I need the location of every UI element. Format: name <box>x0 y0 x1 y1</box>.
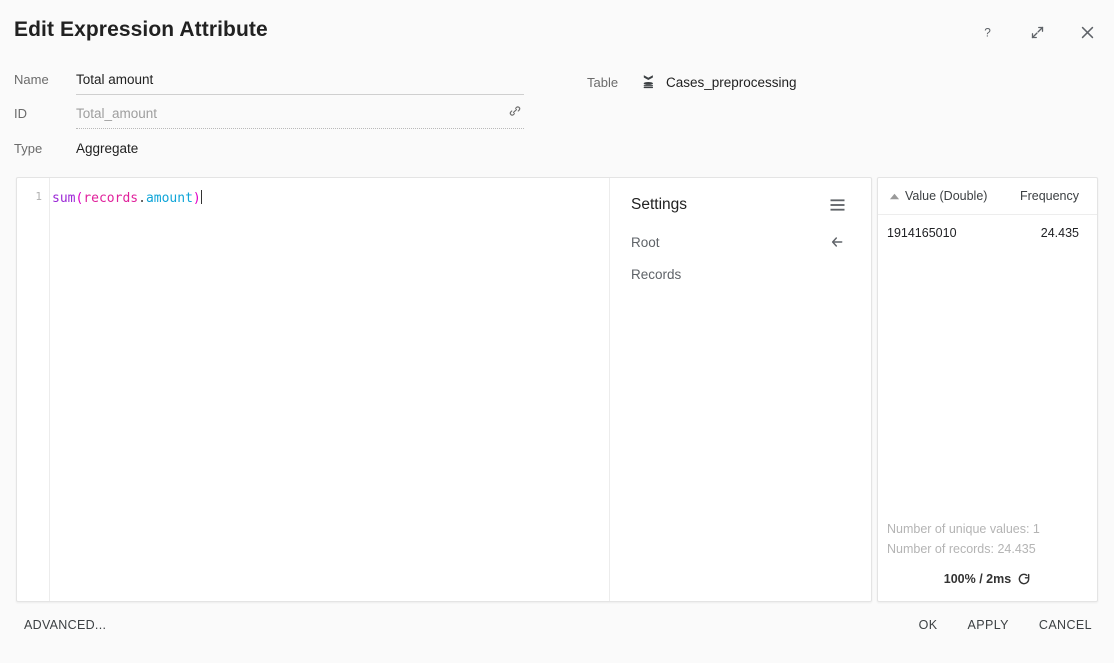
apply-button[interactable]: APPLY <box>968 618 1009 632</box>
dialog-titlebar: Edit Expression Attribute ? <box>0 0 1114 62</box>
records-count: Number of records: 24.435 <box>887 542 1036 556</box>
settings-menu-button[interactable] <box>825 193 849 217</box>
svg-text:?: ? <box>984 25 991 39</box>
sidebar-item-label: Records <box>631 267 681 282</box>
code-editor[interactable]: 1 sum(records.amount) <box>17 178 609 601</box>
stats-table-header: Value (Double) Frequency <box>878 178 1097 215</box>
stats-footer: Number of unique values: 1 Number of rec… <box>878 501 1097 601</box>
sidebar-item-label: Root <box>631 235 660 250</box>
id-input[interactable] <box>76 106 524 129</box>
table-value[interactable]: Cases_preprocessing <box>666 75 797 90</box>
expression-editor-panel: 1 sum(records.amount) Settings Root <box>16 177 872 602</box>
text-caret <box>201 190 202 204</box>
page-title: Edit Expression Attribute <box>14 18 268 42</box>
refresh-button[interactable] <box>1017 572 1031 586</box>
type-label: Type <box>14 141 76 156</box>
refresh-icon <box>1017 572 1031 586</box>
cancel-button[interactable]: CANCEL <box>1039 618 1092 632</box>
dialog-footer: ADVANCED... OK APPLY CANCEL <box>0 602 1114 663</box>
table-label: Table <box>587 75 641 90</box>
cell-value: 1914165010 <box>887 226 1041 240</box>
attribute-form: Name ID Type Aggregate <box>0 62 1114 170</box>
performance-line: 100% / 2ms <box>878 572 1097 586</box>
token-close-paren: ) <box>193 191 201 206</box>
database-join-icon <box>641 74 657 90</box>
table-row[interactable]: 1914165010 24.435 <box>878 222 1097 244</box>
token-attribute: amount <box>146 191 193 206</box>
name-field-row: Name <box>14 71 524 95</box>
advanced-button[interactable]: ADVANCED... <box>24 618 106 632</box>
id-field-row: ID <box>14 105 524 129</box>
help-button[interactable]: ? <box>974 19 1000 45</box>
unique-values-count: Number of unique values: 1 <box>887 522 1040 536</box>
footer-actions: OK APPLY CANCEL <box>919 618 1092 632</box>
code-line[interactable]: sum(records.amount) <box>52 190 603 207</box>
type-value[interactable]: Aggregate <box>76 141 138 156</box>
type-field-row: Type Aggregate <box>14 141 138 156</box>
edit-expression-attribute-dialog: Edit Expression Attribute ? <box>0 0 1114 663</box>
id-field-wrap <box>76 105 524 129</box>
sidebar-item-root[interactable]: Root <box>610 228 871 256</box>
column-header-value[interactable]: Value (Double) <box>905 189 1020 203</box>
sidebar-item-records[interactable]: Records <box>610 260 871 288</box>
name-label: Name <box>14 72 76 87</box>
sort-ascending-caret-icon[interactable] <box>887 192 901 201</box>
link-chain-icon <box>508 104 522 118</box>
question-mark-icon: ? <box>980 25 995 40</box>
line-number: 1 <box>35 190 42 203</box>
close-x-icon <box>1079 24 1096 41</box>
table-field-row: Table Cases_preprocessing <box>587 74 797 90</box>
ok-button[interactable]: OK <box>919 618 938 632</box>
settings-pane: Settings Root Records <box>610 178 871 601</box>
token-dot: . <box>138 191 146 206</box>
expand-button[interactable] <box>1024 19 1050 45</box>
token-function: sum <box>52 191 75 206</box>
token-identifier: records <box>83 191 138 206</box>
settings-header: Settings <box>610 188 871 222</box>
column-header-frequency[interactable]: Frequency <box>1020 189 1079 203</box>
editor-gutter: 1 <box>17 178 50 601</box>
hamburger-menu-icon <box>829 198 846 212</box>
close-button[interactable] <box>1074 19 1100 45</box>
name-field-wrap <box>76 71 524 95</box>
back-to-root-button[interactable] <box>825 230 849 254</box>
performance-text: 100% / 2ms <box>944 572 1011 586</box>
id-link-button[interactable] <box>505 101 525 121</box>
value-frequency-panel: Value (Double) Frequency 1914165010 24.4… <box>877 177 1098 602</box>
arrow-left-icon <box>829 234 845 250</box>
expand-diagonal-icon <box>1030 25 1045 40</box>
cell-frequency: 24.435 <box>1041 226 1079 240</box>
name-input[interactable] <box>76 72 524 95</box>
settings-title: Settings <box>631 196 687 214</box>
id-label: ID <box>14 106 76 121</box>
window-actions: ? <box>974 19 1100 45</box>
